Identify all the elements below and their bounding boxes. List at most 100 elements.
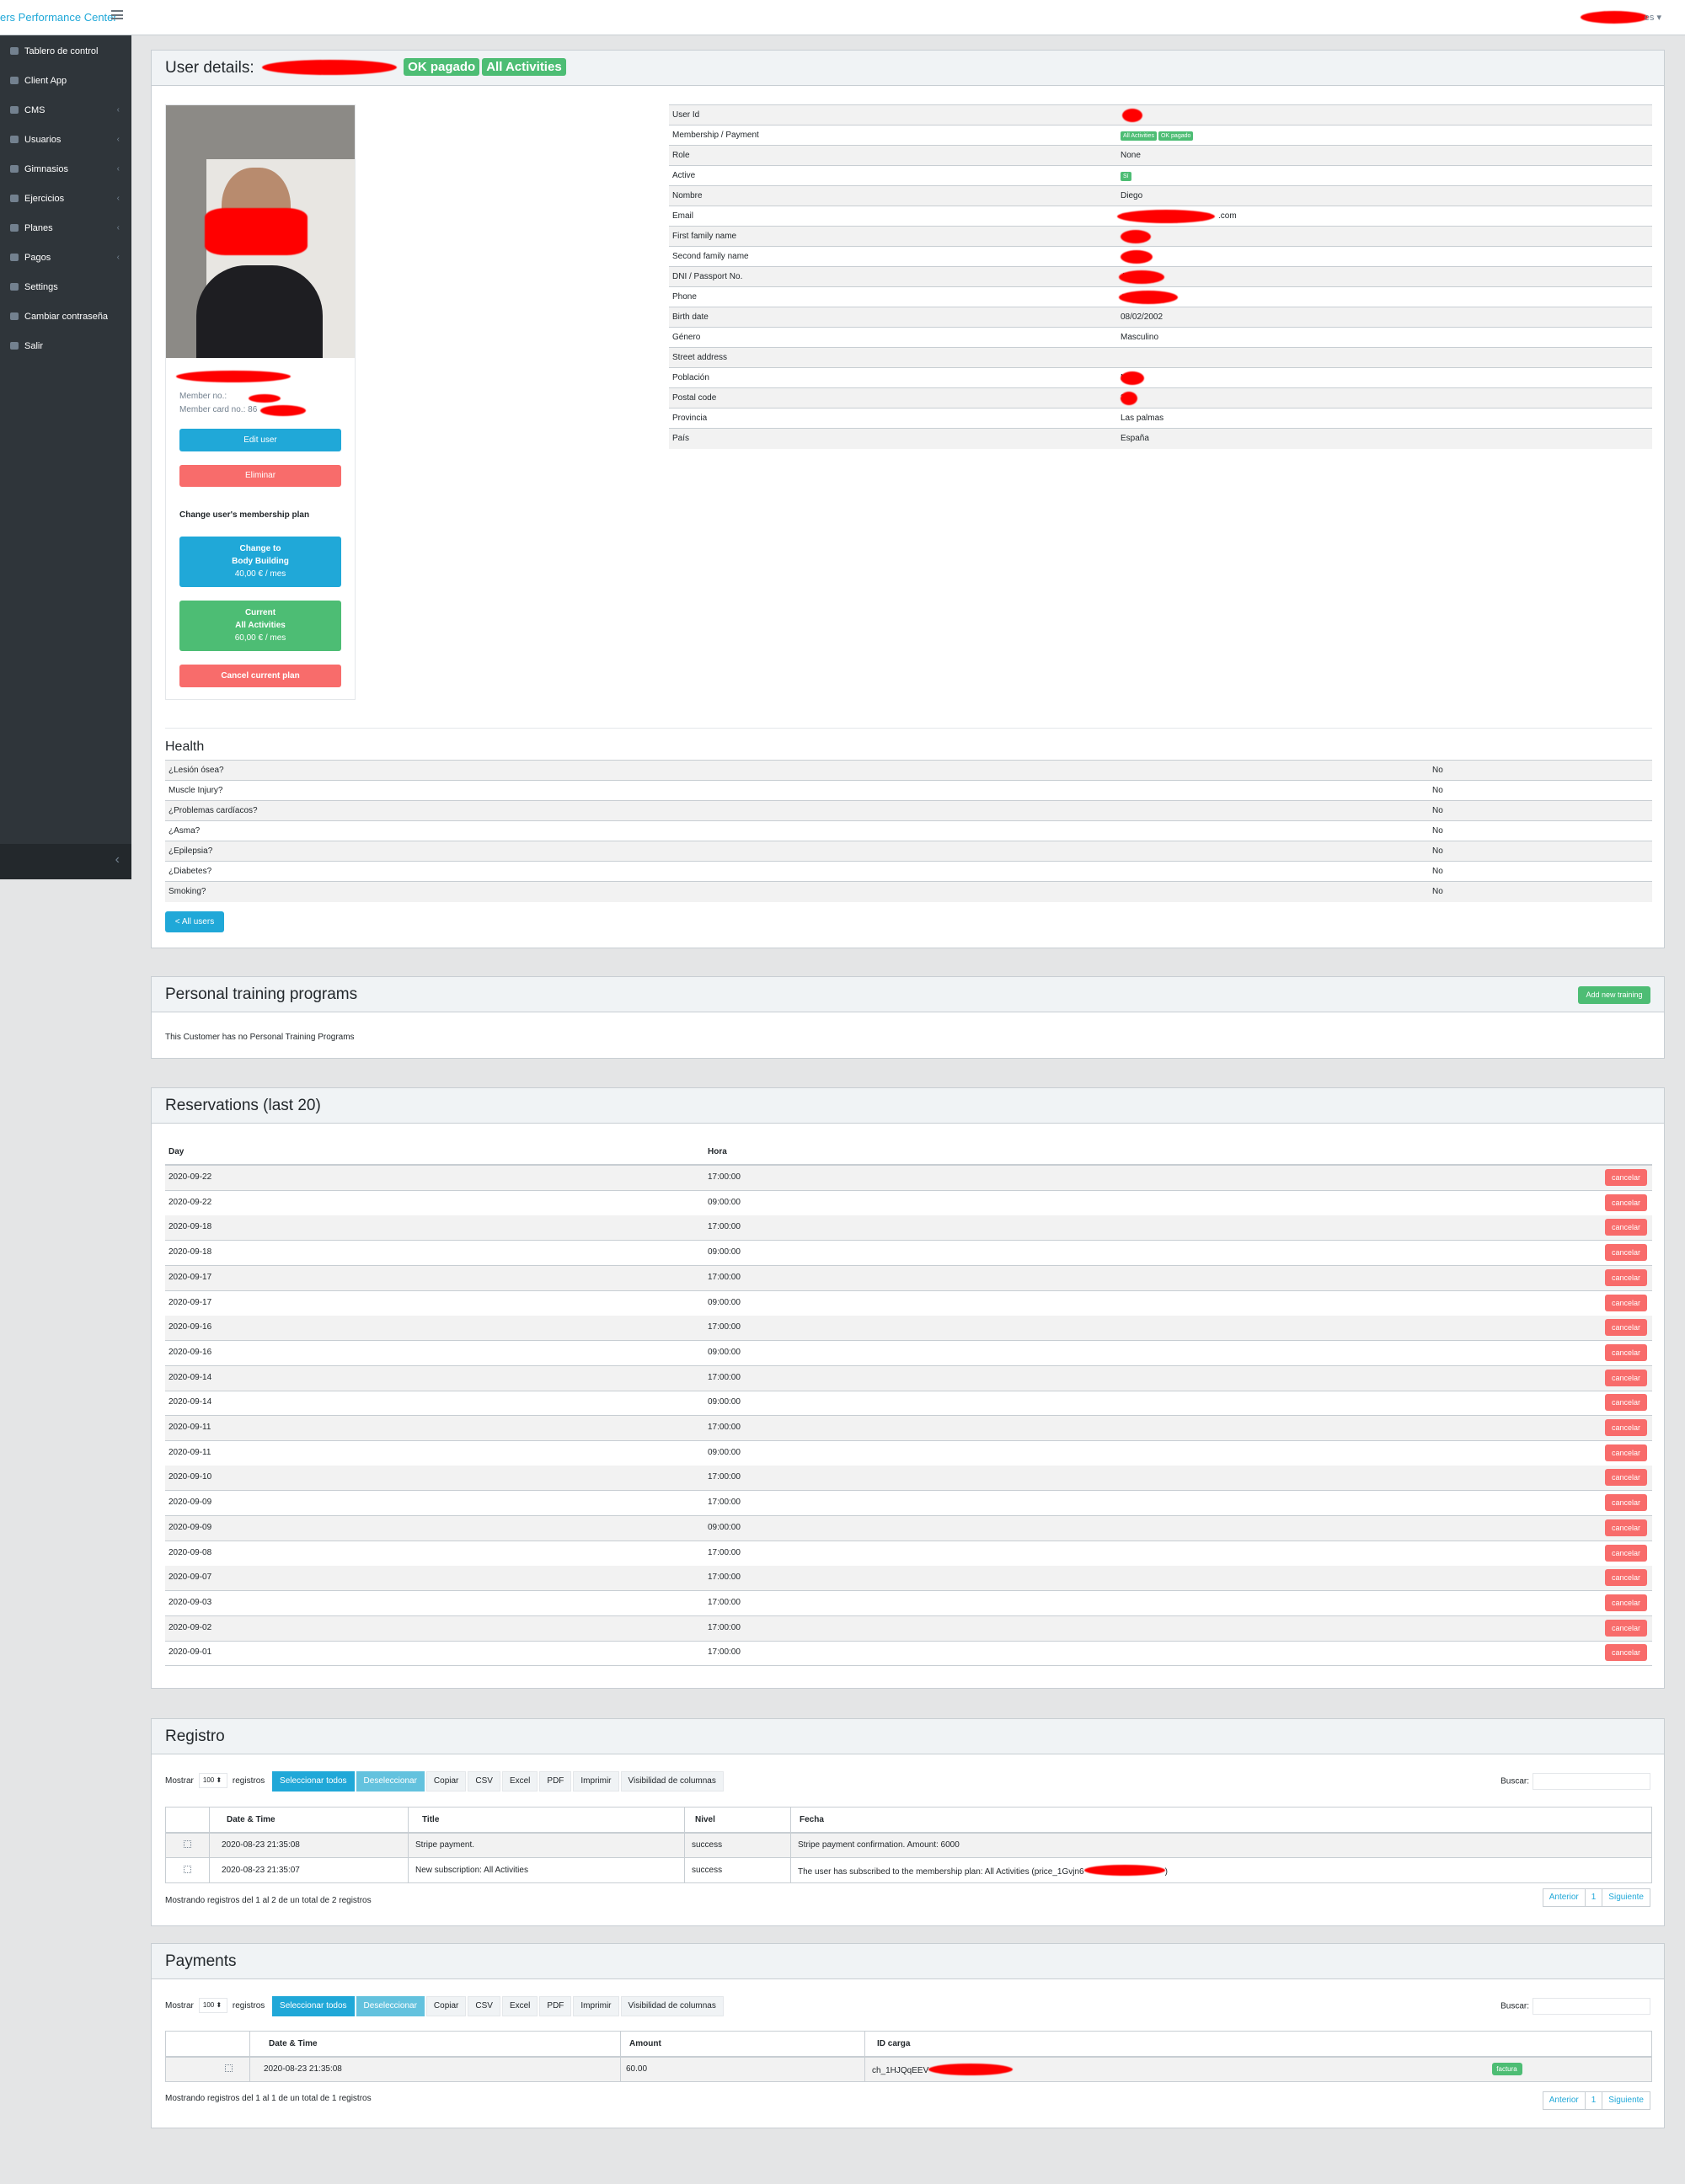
cancel-reservation-button[interactable]: cancelar [1605,1644,1647,1662]
cancel-reservation-button[interactable]: cancelar [1605,1619,1647,1637]
sidebar-item-pagos[interactable]: Pagos ‹ [0,248,131,267]
sidebar-item-planes[interactable]: Planes ‹ [0,219,131,238]
col-fecha[interactable]: Fecha [791,1808,1652,1833]
factura-button[interactable]: factura [1491,2063,1522,2076]
payments-card: Payments Mostrar 100 ⬍ registros Seleccion… [151,1943,1665,2128]
sidebar-item-cms[interactable]: CMS ‹ [0,101,131,120]
cancel-plan-button[interactable]: Cancel current plan [179,665,341,687]
length-select[interactable]: 100 ⬍ [198,1998,227,2013]
all-users-button[interactable]: < All users [165,911,224,932]
col-datetime[interactable]: Date & Time [249,2031,621,2057]
cancel-reservation-button[interactable]: cancelar [1605,1394,1647,1412]
reservation-hora: 09:00:00 [708,1447,741,1457]
next-page-button[interactable]: Siguiente [1602,1889,1650,1906]
prev-page-button[interactable]: Anterior [1543,1889,1586,1906]
sidebar-item-settings[interactable]: Settings [0,278,131,296]
col-amount[interactable]: Amount [620,2031,865,2057]
select-all-button[interactable]: Seleccionar todos [272,1996,355,2016]
prev-page-button[interactable]: Anterior [1543,2092,1586,2109]
excel-button[interactable]: Excel [501,1771,538,1792]
copy-button[interactable]: Copiar [425,1996,467,2016]
csv-button[interactable]: CSV [468,1996,500,2016]
column-visibility-button[interactable]: Visibilidad de columnas [620,1771,724,1792]
page-1-button[interactable]: 1 [1586,1889,1603,1906]
print-button[interactable]: Imprimir [573,1771,619,1792]
pdf-button[interactable]: PDF [539,1996,572,2016]
health-answer: No [1429,861,1652,882]
reservation-hora: 17:00:00 [708,1547,741,1557]
detail-value-cell: All Activities OK pagado [1117,125,1652,146]
payments-title: Payments [152,1944,1664,1979]
col-id-carga[interactable]: ID carga [865,2032,1492,2057]
csv-button[interactable]: CSV [468,1771,500,1792]
search-input[interactable] [1533,1773,1650,1790]
cancel-reservation-button[interactable]: cancelar [1605,1594,1647,1611]
cancel-reservation-button[interactable]: cancelar [1605,1469,1647,1487]
copy-button[interactable]: Copiar [425,1771,467,1792]
cancel-reservation-button[interactable]: cancelar [1605,1219,1647,1236]
current-plan-button[interactable]: Current All Activities 60,00 € / mes [179,601,341,651]
reservation-hora: 09:00:00 [708,1397,741,1407]
search-label: Buscar: [1500,1776,1529,1786]
column-visibility-button[interactable]: Visibilidad de columnas [620,1996,724,2016]
col-title[interactable]: Title [408,1807,685,1833]
table-row[interactable]: 2020-08-23 21:35:07 New subscription: Al… [165,1857,1652,1883]
row-checkbox[interactable] [184,1840,191,1848]
detail-row: Género Masculino [669,327,1652,348]
next-page-button[interactable]: Siguiente [1602,2092,1650,2109]
sidebar-item-ejercicios[interactable]: Ejercicios ‹ [0,190,131,208]
table-row[interactable]: 2020-08-23 21:35:08 Stripe payment. succ… [165,1832,1652,1858]
cancel-reservation-button[interactable]: cancelar [1605,1193,1647,1211]
reservation-hora: 09:00:00 [708,1247,741,1258]
cancel-reservation-button[interactable]: cancelar [1605,1519,1647,1536]
cancel-reservation-button[interactable]: cancelar [1605,1569,1647,1587]
col-nivel[interactable]: Nivel [684,1807,791,1833]
edit-user-button[interactable]: Edit user [179,429,341,451]
deselect-button[interactable]: Deseleccionar [356,1771,425,1792]
col-datetime[interactable]: Date & Time [209,1807,409,1833]
change-plan-button[interactable]: Change to Body Building 40,00 € / mes [179,537,341,587]
cancel-reservation-button[interactable]: cancelar [1605,1544,1647,1562]
menu-icon [10,106,19,114]
cell-datetime: 2020-08-23 21:35:08 [209,1832,409,1858]
cancel-reservation-button[interactable]: cancelar [1605,1319,1647,1337]
sidebar-item-label: Salir [24,341,44,351]
cancel-reservation-button[interactable]: cancelar [1605,1494,1647,1512]
cancel-reservation-button[interactable]: cancelar [1605,1169,1647,1186]
row-checkbox[interactable] [225,2064,233,2072]
print-button[interactable]: Imprimir [573,1996,619,2016]
cancel-reservation-button[interactable]: cancelar [1605,1444,1647,1461]
delete-user-button[interactable]: Eliminar [179,465,341,487]
length-select[interactable]: 100 ⬍ [198,1773,227,1788]
cancel-reservation-button[interactable]: cancelar [1605,1268,1647,1286]
sidebar-item-cambiar-contrase-a[interactable]: Cambiar contraseña [0,307,131,326]
chevron-left-icon: ‹ [116,194,120,203]
sidebar-item-tablero-de-control[interactable]: Tablero de control [0,42,131,61]
detail-row: PoblaciónM [669,367,1652,388]
sidebar-item-gimnasios[interactable]: Gimnasios ‹ [0,160,131,179]
cancel-reservation-button[interactable]: cancelar [1605,1294,1647,1311]
sidebar-minimizer[interactable]: ‹ [0,844,131,879]
page-1-button[interactable]: 1 [1586,2092,1603,2109]
deselect-button[interactable]: Deseleccionar [356,1996,425,2016]
search-input[interactable] [1533,1998,1650,2015]
hamburger-icon[interactable] [111,10,123,19]
detail-value-cell [1117,246,1652,267]
sidebar-item-salir[interactable]: Salir [0,337,131,355]
pdf-button[interactable]: PDF [539,1771,572,1792]
cancel-reservation-button[interactable]: cancelar [1605,1369,1647,1386]
menu-icon [10,283,19,291]
sidebar-item-client-app[interactable]: Client App [0,72,131,90]
cancel-reservation-button[interactable]: cancelar [1605,1244,1647,1262]
cancel-reservation-button[interactable]: cancelar [1605,1343,1647,1361]
search-label: Buscar: [1500,2001,1529,2011]
row-checkbox[interactable] [184,1865,191,1873]
language-dropdown[interactable]: es ▾ [1645,12,1661,23]
add-training-button[interactable]: Add new training [1578,986,1650,1004]
select-all-button[interactable]: Seleccionar todos [272,1771,355,1792]
excel-button[interactable]: Excel [501,1996,538,2016]
table-row[interactable]: 2020-08-23 21:35:08 60.00 ch_1HJQqEEV fa… [165,2056,1652,2082]
cancel-reservation-button[interactable]: cancelar [1605,1419,1647,1436]
brand-title[interactable]: ers Performance Center [0,11,117,24]
sidebar-item-usuarios[interactable]: Usuarios ‹ [0,131,131,149]
